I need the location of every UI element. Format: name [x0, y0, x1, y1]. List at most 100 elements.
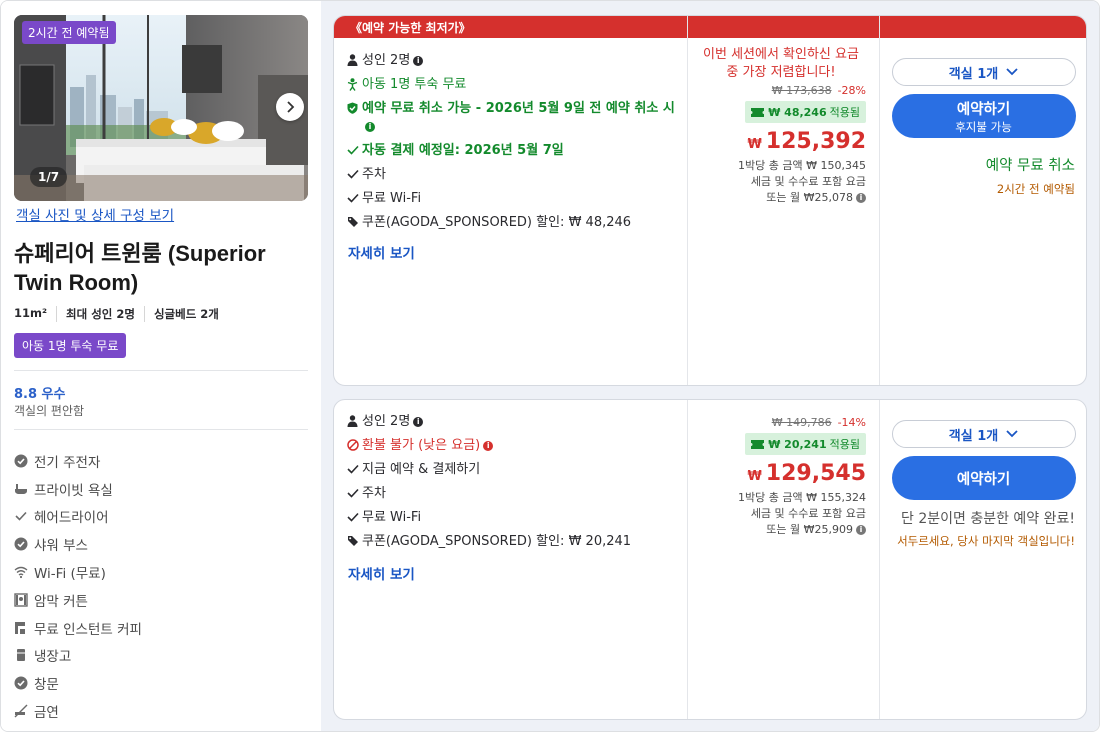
coupon-applied-pill: ₩ 48,246 적용됨 — [745, 101, 866, 123]
chevron-right-icon — [287, 101, 295, 113]
amenity-item: 전기 주전자 — [14, 447, 142, 475]
room-photos-link[interactable]: 객실 사진 및 상세 구성 보기 — [16, 204, 174, 224]
person-icon — [347, 413, 362, 427]
more-details-link[interactable]: 자세히 보기 — [348, 242, 415, 262]
room-max-occupancy: 최대 성인 2명 — [66, 306, 145, 322]
no-smoking-icon — [14, 704, 34, 718]
tax-note: 세금 및 수수료 포함 요금 — [750, 175, 866, 188]
final-price: ₩129,545 — [747, 461, 866, 486]
free-cancel-note: 예약 무료 취소 — [985, 158, 1075, 174]
amenity-item: 암막 커튼 — [14, 586, 142, 614]
offer-card: 《예약 가능한 최저가》 성인 2명 i 아동 1명 투숙 무료 예약 무료 취소… — [333, 15, 1087, 386]
child-free-feature: 아동 1명 투숙 무료 — [347, 76, 677, 94]
amenity-item: 프라이빗 욕실 — [14, 475, 142, 503]
amenity-item: 금연 — [14, 697, 142, 725]
kid-free-badge: 아동 1명 투숙 무료 — [14, 333, 127, 358]
coupon-feature: 쿠폰(AGODA_SPONSORED) 할인: ₩ 20,241 — [347, 533, 677, 551]
prohibited-icon — [347, 437, 362, 451]
wifi-feature: 무료 Wi-Fi — [347, 509, 677, 527]
coupon-feature: 쿠폰(AGODA_SPONSORED) 할인: ₩ 48,246 — [347, 214, 677, 232]
book-button[interactable]: 예약하기 후지불 가능 — [891, 94, 1076, 138]
check-icon — [347, 166, 362, 180]
booking-section: 객실 1개 예약하기 단 2분이면 충분한 예약 완료! 서두르세요, 당사 마… — [880, 420, 1086, 550]
check-circle-icon — [14, 676, 34, 690]
original-price: ₩ 173,638 — [771, 84, 832, 97]
lowest-session-note: 이번 세션에서 확인하신 요금 중 가장 저렴합니다! — [703, 47, 859, 80]
review-score: 8.8 우수 — [14, 387, 66, 402]
check-icon — [347, 142, 362, 156]
divider — [14, 429, 308, 430]
book-button[interactable]: 예약하기 — [891, 456, 1076, 500]
total-per-night: 1박당 총 금액 ₩ 155,324 — [738, 491, 866, 504]
original-price: ₩ 149,786 — [771, 416, 832, 429]
lowest-price-ribbon: 《예약 가능한 최저가》 — [334, 16, 1086, 38]
child-icon — [347, 76, 362, 91]
pay-now-feature: 지금 예약 & 결제하기 — [347, 461, 677, 479]
parking-feature: 주차 — [347, 166, 677, 184]
amenity-item: 무료 인스턴트 커피 — [14, 614, 142, 642]
total-per-night: 1박당 총 금액 ₩ 150,345 — [738, 159, 866, 172]
adults-feature: 성인 2명 i — [347, 413, 677, 431]
tag-icon — [347, 214, 362, 228]
wifi-feature: 무료 Wi-Fi — [347, 190, 677, 208]
divider — [14, 370, 308, 371]
adults-feature: 성인 2명 i — [347, 52, 677, 70]
price-section: ₩ 149,786 -14% ₩ 20,241 적용됨 ₩129,545 1박당 총… — [688, 414, 878, 538]
check-icon — [347, 485, 362, 499]
info-icon[interactable]: i — [483, 440, 494, 451]
room-info-panel: 2시간 전 예약됨 1/7 객실 사진 및 상세 구성 보기 슈페리어 트윈룸 … — [1, 1, 321, 731]
tag-icon — [347, 533, 362, 547]
monthly-installment: 또는 월 ₩25,078 i — [688, 190, 866, 206]
photo-next-button[interactable] — [276, 93, 304, 121]
room-count-select[interactable]: 객실 1개 — [891, 58, 1076, 86]
booked-ago-note: 2시간 전 예약됨 — [996, 182, 1075, 196]
final-price: ₩125,392 — [747, 129, 866, 154]
amenity-list: 전기 주전자 프라이빗 욕실 헤어드라이어 샤워 부스 Wi-Fi (무료) 암… — [14, 447, 142, 725]
offer-features: 성인 2명 i 환불 불가 (낮은 요금) i 지금 예약 & 결제하기 주차 무료… — [347, 413, 677, 557]
tax-note: 세금 및 수수료 포함 요금 — [750, 507, 866, 520]
room-beds: 싱글베드 2개 — [153, 307, 219, 321]
room-photo[interactable]: 2시간 전 예약됨 1/7 — [14, 15, 308, 201]
booked-recently-badge: 2시간 전 예약됨 — [22, 21, 116, 44]
check-circle-icon — [14, 537, 34, 551]
room-specs: 11m² 최대 성인 2명 싱글베드 2개 — [14, 306, 237, 322]
fridge-icon — [14, 648, 34, 662]
person-icon — [347, 52, 362, 66]
blackout-curtain-icon — [14, 593, 34, 607]
free-cancel-feature: 예약 무료 취소 가능 - 2026년 5월 9일 전 예약 취소 시i — [347, 100, 677, 136]
info-icon[interactable]: i — [856, 193, 866, 203]
amenity-item: 헤어드라이어 — [14, 503, 142, 531]
bathtub-icon — [14, 482, 34, 496]
last-room-warning: 서두르세요, 당사 마지막 객실입니다! — [897, 534, 1075, 548]
info-icon[interactable]: i — [856, 525, 866, 535]
ticket-icon — [751, 107, 765, 117]
hotel-room-offers-panel: 2시간 전 예약됨 1/7 객실 사진 및 상세 구성 보기 슈페리어 트윈룸 … — [0, 0, 1100, 732]
offer-card: 성인 2명 i 환불 불가 (낮은 요금) i 지금 예약 & 결제하기 주차 무료… — [333, 399, 1087, 720]
shield-check-icon — [347, 100, 362, 114]
ticket-icon — [751, 439, 765, 449]
original-price-row: ₩ 149,786 -14% — [688, 416, 866, 429]
booking-section: 객실 1개 예약하기 후지불 가능 예약 무료 취소 2시간 전 예약됨 — [880, 58, 1086, 197]
check-icon — [347, 190, 362, 204]
info-icon[interactable]: i — [365, 121, 375, 132]
offers-area: 《예약 가능한 최저가》 성인 2명 i 아동 1명 투숙 무료 예약 무료 취소… — [321, 1, 1099, 731]
room-count-select[interactable]: 객실 1개 — [891, 420, 1076, 448]
info-icon[interactable]: i — [413, 416, 424, 427]
non-refundable-feature: 환불 불가 (낮은 요금) i — [347, 437, 677, 455]
coupon-applied-pill: ₩ 20,241 적용됨 — [745, 433, 866, 455]
auto-pay-feature: 자동 결제 예정일: 2026년 5월 7일 — [347, 142, 677, 160]
more-details-link[interactable]: 자세히 보기 — [348, 563, 415, 583]
discount-percent: -14% — [837, 416, 866, 429]
discount-percent: -28% — [837, 84, 866, 97]
info-icon[interactable]: i — [413, 55, 424, 66]
check-icon — [347, 461, 362, 475]
photo-counter: 1/7 — [30, 167, 68, 187]
check-circle-icon — [14, 454, 34, 468]
check-icon — [347, 509, 362, 523]
review-score-category: 객실의 편안함 — [14, 404, 85, 418]
check-icon — [14, 509, 34, 523]
monthly-installment: 또는 월 ₩25,909 i — [688, 522, 866, 538]
quick-booking-note: 단 2분이면 충분한 예약 완료! — [901, 511, 1075, 527]
chevron-down-icon — [1006, 68, 1018, 76]
parking-feature: 주차 — [347, 485, 677, 503]
